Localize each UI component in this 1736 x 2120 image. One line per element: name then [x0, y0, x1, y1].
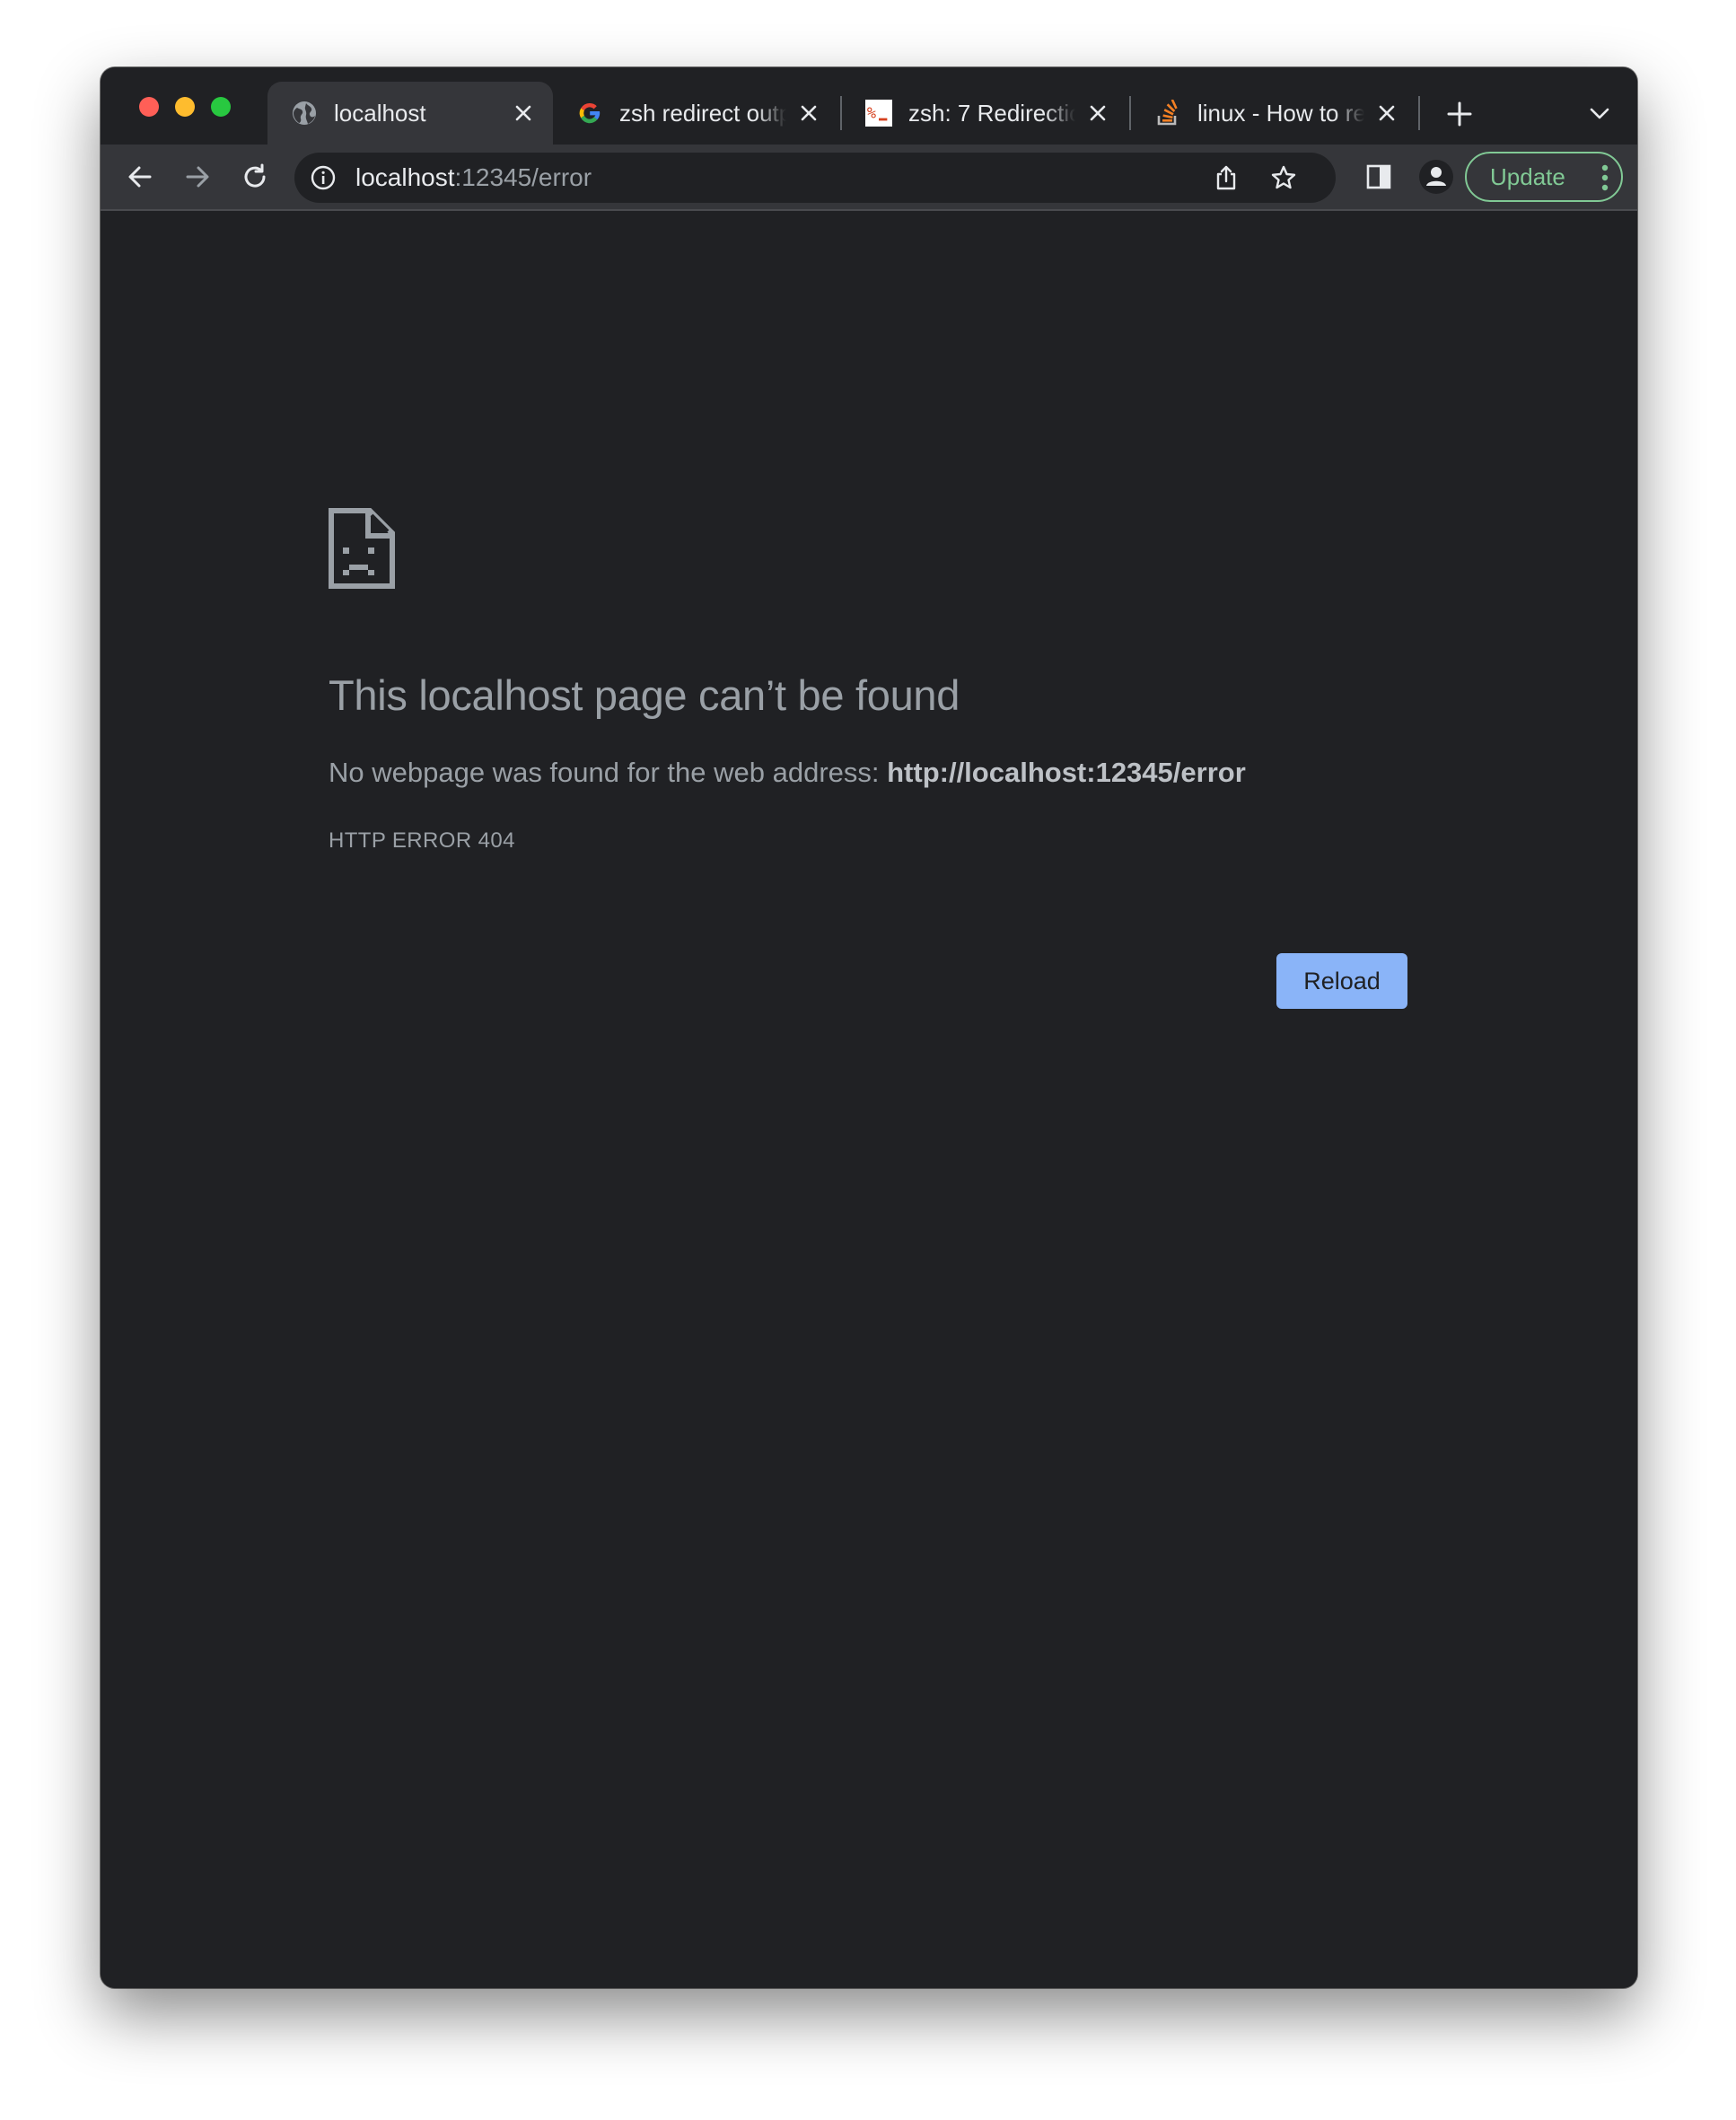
error-code: HTTP ERROR 404	[329, 828, 515, 853]
google-icon	[576, 100, 603, 127]
page-title: This localhost page can’t be found	[329, 671, 960, 719]
minimize-window-button[interactable]	[175, 97, 195, 117]
tab-linux-how-to-redirect[interactable]: linux - How to redirect	[1131, 82, 1416, 145]
toolbar: localhost:12345/error Update	[101, 145, 1637, 211]
tab-zsh-redirection[interactable]: % zsh: 7 Redirection	[842, 82, 1127, 145]
reload-button[interactable]: Reload	[1276, 953, 1407, 1009]
stackoverflow-icon	[1154, 100, 1181, 127]
globe-icon	[291, 100, 318, 127]
tab-title: zsh: 7 Redirection	[908, 99, 1075, 127]
profile-button[interactable]	[1416, 157, 1456, 197]
tab-zsh-redirect-output[interactable]: zsh redirect output	[553, 82, 838, 145]
tab-separator	[1418, 96, 1420, 130]
back-button[interactable]	[120, 157, 160, 197]
arrow-left-icon	[128, 166, 152, 188]
tab-title: localhost	[334, 99, 426, 127]
arrow-right-icon	[186, 166, 209, 188]
reload-toolbar-button[interactable]	[235, 157, 275, 197]
description-text: No webpage was found for the web address…	[329, 757, 888, 788]
new-tab-button[interactable]	[1442, 96, 1477, 132]
side-panel-button[interactable]	[1359, 157, 1398, 197]
info-icon[interactable]	[309, 163, 338, 192]
page-content: This localhost page can’t be found No we…	[101, 211, 1637, 1988]
close-tab-icon[interactable]	[1373, 100, 1400, 127]
maximize-window-button[interactable]	[211, 97, 231, 117]
close-tab-icon[interactable]	[795, 100, 822, 127]
url-path: :12345/error	[454, 163, 592, 191]
zsh-doc-icon: %	[865, 100, 892, 127]
svg-text:%: %	[867, 104, 876, 122]
chevron-down-icon	[1590, 108, 1609, 119]
avatar-icon	[1419, 160, 1453, 194]
update-label: Update	[1490, 162, 1565, 190]
share-icon[interactable]	[1210, 162, 1242, 194]
more-vert-icon	[1601, 164, 1609, 191]
error-description: No webpage was found for the web address…	[329, 757, 1246, 789]
address-bar[interactable]: localhost:12345/error	[294, 153, 1336, 203]
tab-title: zsh redirect output	[619, 99, 786, 127]
side-panel-icon	[1366, 164, 1391, 189]
bookmark-star-icon[interactable]	[1267, 162, 1300, 194]
browser-window: localhost zsh redirect output	[101, 67, 1637, 1988]
close-window-button[interactable]	[139, 97, 159, 117]
tab-search-button[interactable]	[1583, 98, 1616, 130]
close-tab-icon[interactable]	[1084, 100, 1111, 127]
error-url: http://localhost:12345/error	[887, 757, 1246, 788]
url-host: localhost	[355, 163, 455, 191]
update-button[interactable]: Update	[1465, 152, 1623, 202]
forward-button[interactable]	[178, 157, 217, 197]
tab-title: linux - How to redirect	[1197, 99, 1364, 127]
sad-page-icon	[329, 508, 395, 589]
close-tab-icon[interactable]	[510, 100, 537, 127]
plus-icon	[1447, 101, 1472, 127]
refresh-icon	[244, 163, 266, 188]
tab-strip: localhost zsh redirect output	[101, 67, 1637, 145]
tab-localhost[interactable]: localhost	[267, 82, 553, 145]
url-text: localhost:12345/error	[355, 153, 592, 203]
